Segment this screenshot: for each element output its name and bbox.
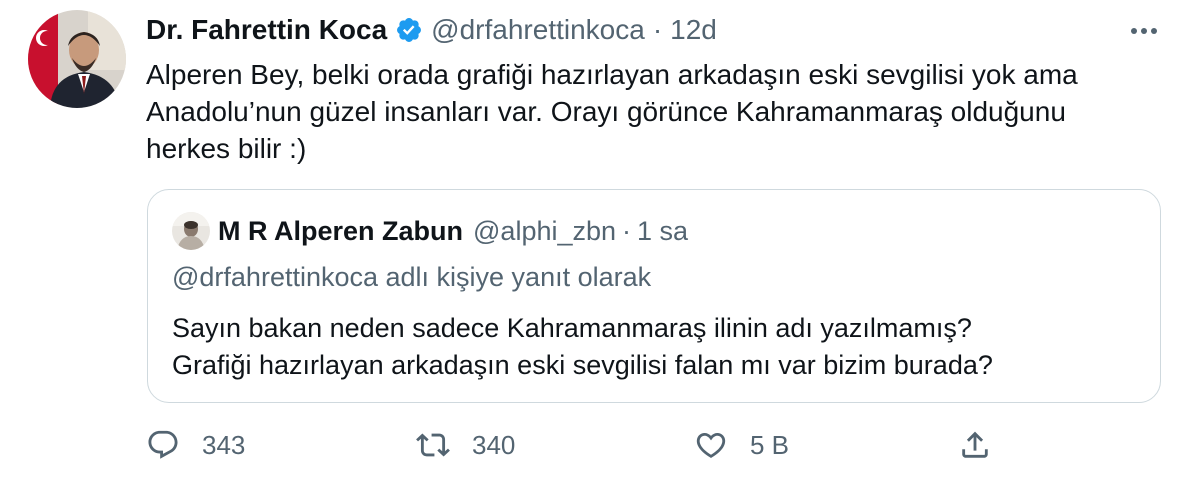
share-button[interactable] <box>958 425 992 465</box>
quoted-tweet-header: M R Alperen Zabun @alphi_zbn · 1 sa <box>218 212 688 250</box>
tweet-header: Dr. Fahrettin Koca @drfahrettinkoca · 12… <box>146 12 717 48</box>
quoted-author-avatar[interactable] <box>172 212 210 250</box>
tweet-text-line: Alperen Bey, belki orada grafiği hazırla… <box>146 59 1078 90</box>
quoted-tweet-text: Sayın bakan neden sadece Kahramanmaraş i… <box>172 310 993 384</box>
author-avatar[interactable] <box>28 10 126 108</box>
reply-count: 343 <box>202 429 246 460</box>
more-options-icon[interactable] <box>1124 16 1164 46</box>
separator-dot: · <box>622 215 632 246</box>
author-handle[interactable]: @drfahrettinkoca <box>431 14 645 46</box>
like-icon[interactable] <box>694 428 728 462</box>
reply-icon[interactable] <box>146 428 180 462</box>
tweet-actions: 343 340 5 B <box>146 425 1156 465</box>
quoted-tweet[interactable]: M R Alperen Zabun @alphi_zbn · 1 sa @drf… <box>147 189 1161 403</box>
retweet-icon[interactable] <box>416 428 450 462</box>
share-icon[interactable] <box>958 428 992 462</box>
tweet-text: Alperen Bey, belki orada grafiği hazırla… <box>146 56 1156 167</box>
like-count: 5 B <box>750 429 790 460</box>
reply-context[interactable]: @drfahrettinkoca adlı kişiye yanıt olara… <box>172 262 651 293</box>
quoted-author-name[interactable]: M R Alperen Zabun <box>218 216 463 247</box>
tweet-text-line: Anadolu’nun güzel insanları var. Orayı g… <box>146 96 1066 127</box>
tweet-timestamp[interactable]: 12d <box>670 14 717 46</box>
verified-badge-icon <box>395 16 423 44</box>
author-name[interactable]: Dr. Fahrettin Koca <box>146 14 387 46</box>
quoted-text-line: Sayın bakan neden sadece Kahramanmaraş i… <box>172 313 972 343</box>
like-button[interactable]: 5 B <box>694 425 789 465</box>
retweet-button[interactable]: 340 <box>416 425 515 465</box>
quoted-author-handle[interactable]: @alphi_zbn <box>473 216 616 247</box>
separator-dot: · <box>652 14 663 45</box>
quoted-text-line: Grafiği hazırlayan arkadaşın eski sevgil… <box>172 350 993 380</box>
tweet-text-line: herkes bilir :) <box>146 133 307 164</box>
retweet-count: 340 <box>472 429 516 460</box>
quoted-tweet-timestamp[interactable]: 1 sa <box>637 216 688 247</box>
reply-button[interactable]: 343 <box>146 425 245 465</box>
